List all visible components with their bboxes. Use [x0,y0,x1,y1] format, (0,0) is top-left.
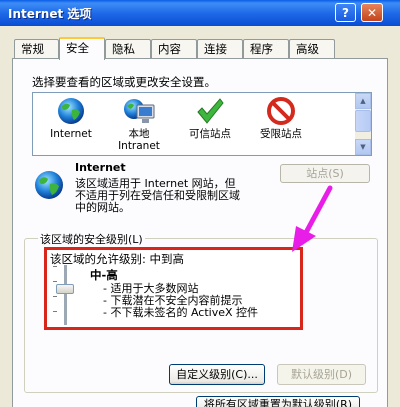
slider-tick [53,311,57,312]
scroll-up-button[interactable]: ▲ [355,93,371,109]
title-bar[interactable]: Internet 选项 ? ✕ [0,0,400,26]
security-level-name: 中-高 [90,268,118,282]
reset-all-zones-button[interactable]: 将所有区域重置为默认级别(R) [196,396,360,407]
tab-content[interactable]: 内容 [151,39,197,58]
help-icon: ? [342,5,349,20]
internet-options-dialog: Internet 选项 ? ✕ 常规 安全 隐私 内容 连接 程序 高级 选择要… [0,0,400,407]
zone-internet-label: Internet [50,128,92,140]
slider-tick [53,296,57,297]
level-bullet: - 不下载未签名的 ActiveX 控件 [103,306,259,319]
no-entry-icon [267,97,295,125]
tab-advanced[interactable]: 高级 [289,39,335,58]
scroll-down-button[interactable]: ▼ [355,139,371,155]
security-slider-track[interactable] [63,265,67,325]
security-level-bullets: - 适用于大多数网站 - 下载潜在不安全内容前提示 - 不下载未签名的 Acti… [103,283,258,319]
scroll-thumb[interactable] [355,110,371,132]
zone-local-intranet[interactable]: 本地 Intranet [105,96,173,152]
zone-list-scrollbar[interactable]: ▲ ▼ [355,93,371,155]
custom-level-button[interactable]: 自定义级别(C)... [169,364,265,385]
security-level-group-label: 该区域的安全级别(L) [38,231,145,247]
zone-instruction: 选择要查看的区域或更改安全设置。 [32,75,216,89]
close-button[interactable]: ✕ [361,3,383,22]
zone-internet[interactable]: Internet [37,96,105,140]
sites-button[interactable]: 站点(S) [280,164,370,183]
selected-zone-name: Internet [75,161,126,174]
allowed-level-text: 该区域的允许级别: 中到高 [50,252,185,266]
zone-trusted-label: 可信站点 [189,128,231,140]
slider-tick [53,281,57,282]
tab-security[interactable]: 安全 [59,37,105,60]
globe-icon [58,98,84,124]
triangle-up-icon: ▲ [360,97,366,105]
checkmark-icon [197,98,224,124]
zone-list[interactable]: Internet 本地 Intranet 可信站点 受限站点 [32,92,372,156]
tab-programs[interactable]: 程序 [243,39,289,58]
tab-privacy[interactable]: 隐私 [105,39,151,58]
selected-zone-globe-icon [35,171,63,199]
zone-local-label-2: Intranet [118,140,160,152]
tab-connections[interactable]: 连接 [197,39,243,58]
zone-local-label: 本地 [128,128,150,140]
help-button[interactable]: ? [335,3,356,22]
security-slider-thumb[interactable] [56,284,74,294]
zone-desc-line-3: 中的网站。 [75,201,130,214]
default-level-button[interactable]: 默认级别(D) [277,364,366,385]
close-icon: ✕ [366,5,378,20]
selected-zone-description: 该区域适用于 Internet 网站，但 不适用于列在受信任和受限制区域 中的网… [75,178,281,214]
zone-trusted-sites[interactable]: 可信站点 [176,96,244,140]
zone-restricted-label: 受限站点 [260,128,302,140]
tab-general[interactable]: 常规 [14,39,59,58]
slider-tick [53,266,57,267]
local-intranet-icon [124,99,155,123]
zone-restricted-sites[interactable]: 受限站点 [247,96,315,140]
triangle-down-icon: ▼ [360,143,366,151]
window-title: Internet 选项 [8,7,92,21]
